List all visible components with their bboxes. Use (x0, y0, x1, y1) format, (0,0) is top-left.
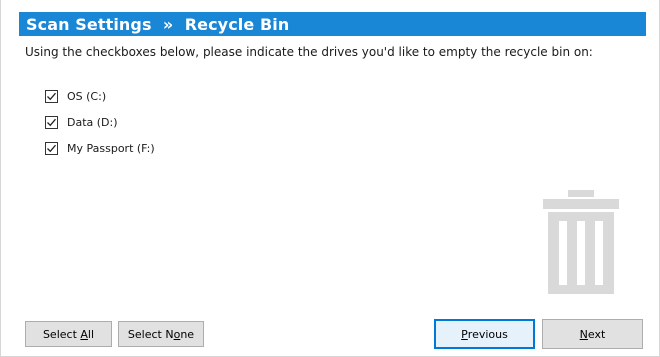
drive-label-my-passport-f: My Passport (F:) (67, 141, 155, 155)
previous-button[interactable]: Previous (434, 319, 535, 349)
drive-checkbox-os-c[interactable] (45, 89, 58, 103)
drive-list: OS (C:) Data (D:) My Passport (F:) (45, 88, 155, 166)
select-none-button[interactable]: Select No ne (118, 321, 204, 347)
next-button[interactable]: Next (542, 319, 643, 349)
checkmark-icon (47, 92, 56, 100)
drive-checkbox-data-d[interactable] (45, 115, 58, 129)
drive-checkbox-my-passport-f[interactable] (45, 141, 58, 155)
page-title: Scan Settings » Recycle Bin (26, 14, 290, 34)
checkmark-icon (47, 118, 56, 126)
trash-icon (543, 190, 619, 299)
select-all-button[interactable]: Select All (25, 321, 112, 347)
drive-label-os-c: OS (C:) (67, 89, 107, 103)
drive-item-my-passport-f[interactable]: My Passport (F:) (45, 140, 155, 156)
drive-item-data-d[interactable]: Data (D:) (45, 114, 155, 130)
drive-item-os-c[interactable]: OS (C:) (45, 88, 155, 104)
instruction-text: Using the checkboxes below, please indic… (25, 45, 593, 59)
checkmark-icon (47, 144, 56, 152)
drive-label-data-d: Data (D:) (67, 115, 118, 129)
header-bar: Scan Settings » Recycle Bin (19, 12, 646, 36)
scan-settings-dialog: Scan Settings » Recycle Bin Using the ch… (0, 0, 660, 357)
